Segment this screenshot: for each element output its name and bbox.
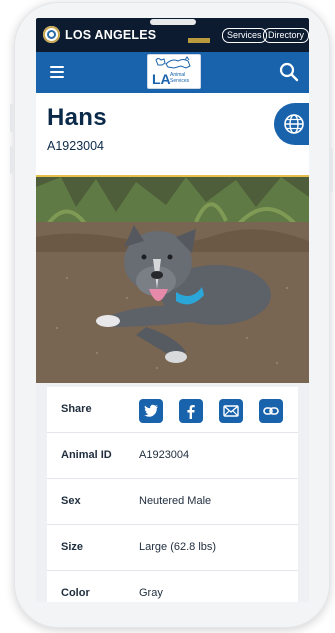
share-label: Share bbox=[61, 403, 92, 415]
share-row: Share bbox=[47, 387, 298, 433]
phone-speaker bbox=[150, 19, 196, 25]
phone-bottom-bezel bbox=[36, 602, 309, 618]
facebook-icon[interactable] bbox=[179, 399, 203, 423]
logo-text: LA bbox=[152, 71, 171, 87]
twitter-icon[interactable] bbox=[139, 399, 163, 423]
top-bar-accent bbox=[188, 38, 210, 43]
email-icon[interactable] bbox=[219, 399, 243, 423]
globe-icon bbox=[284, 114, 304, 134]
detail-label: Color bbox=[61, 587, 90, 599]
logo-subtext: Animal Services bbox=[170, 72, 190, 84]
detail-value: Neutered Male bbox=[139, 495, 212, 507]
animal-details-section: Share Animal ID A1923004 Sex Neutered Ma… bbox=[36, 383, 309, 618]
phone-screen: LOS ANGELES Services Directory LA Animal… bbox=[36, 18, 309, 618]
animal-id-subtitle: A1923004 bbox=[47, 139, 105, 153]
services-link[interactable]: Services bbox=[222, 28, 267, 43]
menu-icon[interactable] bbox=[50, 66, 64, 78]
phone-side-button bbox=[10, 104, 13, 132]
directory-link[interactable]: Directory bbox=[263, 28, 309, 43]
detail-value: Large (62.8 lbs) bbox=[139, 541, 217, 553]
detail-row-sex: Sex Neutered Male bbox=[47, 479, 298, 525]
detail-value: Gray bbox=[139, 587, 163, 599]
city-name[interactable]: LOS ANGELES bbox=[65, 28, 156, 42]
language-button[interactable] bbox=[274, 103, 309, 145]
detail-row-size: Size Large (62.8 lbs) bbox=[47, 525, 298, 571]
detail-label: Sex bbox=[61, 495, 81, 507]
detail-row-animal-id: Animal ID A1923004 bbox=[47, 433, 298, 479]
site-header: LA Animal Services bbox=[36, 52, 309, 93]
animal-name: Hans bbox=[47, 104, 107, 131]
la-animal-services-logo[interactable]: LA Animal Services bbox=[147, 54, 201, 89]
link-icon[interactable] bbox=[259, 399, 283, 423]
city-seal-icon bbox=[43, 26, 60, 43]
details-card: Share Animal ID A1923004 Sex Neutered Ma… bbox=[47, 387, 298, 618]
detail-value: A1923004 bbox=[139, 449, 190, 461]
search-icon[interactable] bbox=[278, 61, 300, 83]
phone-side-button bbox=[330, 148, 333, 192]
phone-side-button bbox=[10, 146, 13, 174]
detail-label: Animal ID bbox=[61, 449, 112, 461]
detail-label: Size bbox=[61, 541, 84, 553]
animal-photo bbox=[36, 177, 309, 383]
